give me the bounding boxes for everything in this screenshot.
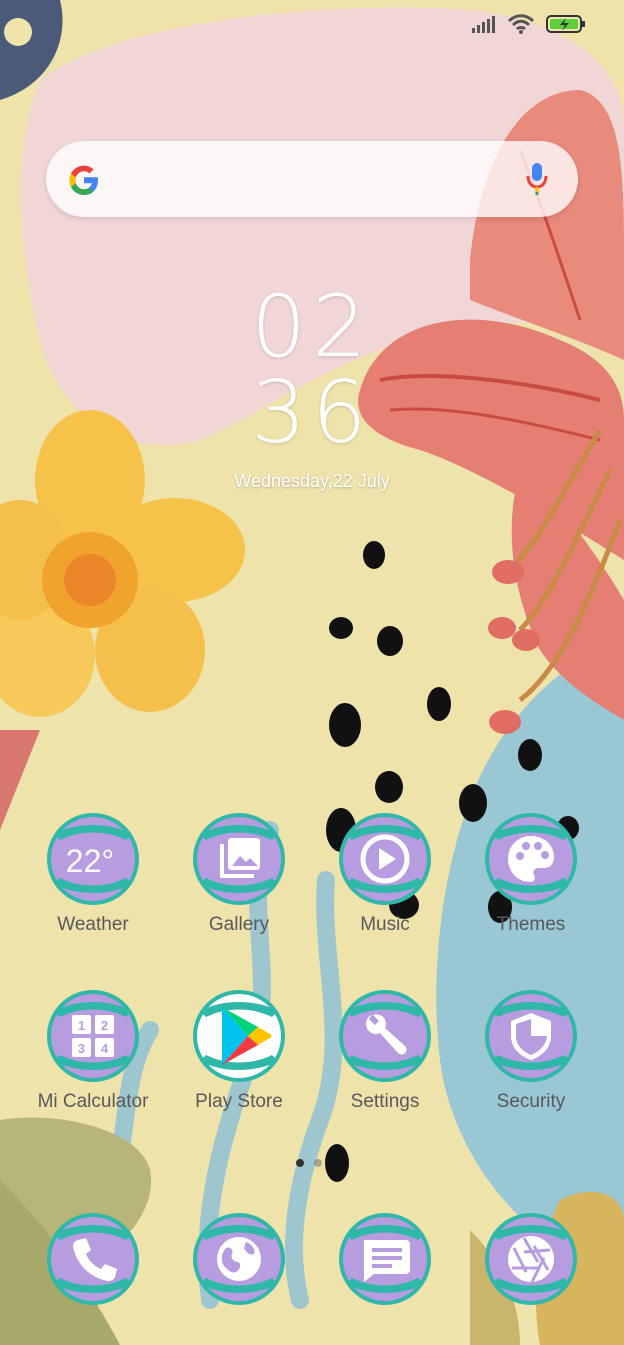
gallery-icon — [193, 813, 285, 905]
calculator-icon: 1 2 3 4 — [47, 990, 139, 1082]
svg-text:1: 1 — [78, 1018, 85, 1033]
app-play-store[interactable]: Play Store — [174, 989, 304, 1129]
app-themes[interactable]: Themes — [466, 812, 596, 952]
play-store-icon — [193, 990, 285, 1082]
phone-icon — [47, 1213, 139, 1305]
app-label-gallery: Gallery — [208, 914, 270, 935]
status-bar — [472, 14, 586, 34]
music-play-icon — [339, 813, 431, 905]
app-label-security: Security — [496, 1091, 566, 1112]
google-g-icon — [69, 165, 98, 195]
clock-minutes[interactable]: 36 — [0, 368, 624, 458]
page-indicator — [296, 1159, 322, 1167]
dock-messages[interactable] — [320, 1212, 450, 1312]
app-music[interactable]: Music — [320, 812, 450, 952]
app-weather[interactable]: 22° Weather — [28, 812, 158, 952]
signal-bars-icon — [472, 16, 495, 33]
weather-temp: 22° — [66, 843, 114, 879]
svg-text:3: 3 — [78, 1041, 85, 1056]
messages-icon — [339, 1213, 431, 1305]
home-screen: 02 36 Wednesday,22 July 22° Weather Gall… — [0, 0, 624, 1345]
shield-icon — [485, 990, 577, 1082]
google-search-bar[interactable] — [46, 141, 578, 217]
weather-icon: 22° — [47, 813, 139, 905]
page-dot-2 — [314, 1159, 322, 1167]
dock-browser[interactable] — [174, 1212, 304, 1312]
microphone-icon[interactable] — [526, 161, 548, 197]
app-label-settings: Settings — [350, 1091, 420, 1112]
app-mi-calculator[interactable]: 1 2 3 4 Mi Calculator — [28, 989, 158, 1129]
wifi-icon — [508, 14, 534, 34]
wrench-icon — [339, 990, 431, 1082]
app-gallery[interactable]: Gallery — [174, 812, 304, 952]
camera-aperture-icon — [485, 1213, 577, 1305]
app-label-play-store: Play Store — [195, 1091, 283, 1112]
clock-date[interactable]: Wednesday,22 July — [0, 471, 624, 492]
page-dot-1 — [296, 1159, 304, 1167]
svg-text:4: 4 — [101, 1041, 109, 1056]
app-label-mi-calculator: Mi Calculator — [37, 1091, 149, 1112]
app-security[interactable]: Security — [466, 989, 596, 1129]
palette-icon — [485, 813, 577, 905]
app-label-music: Music — [360, 914, 410, 935]
app-label-themes: Themes — [496, 914, 566, 935]
app-settings[interactable]: Settings — [320, 989, 450, 1129]
dock-camera[interactable] — [466, 1212, 596, 1312]
browser-globe-icon — [193, 1213, 285, 1305]
clock-hours[interactable]: 02 — [0, 282, 624, 372]
dock-phone[interactable] — [28, 1212, 158, 1312]
battery-charging-icon — [546, 15, 585, 33]
app-label-weather: Weather — [57, 914, 129, 935]
svg-text:2: 2 — [101, 1018, 108, 1033]
